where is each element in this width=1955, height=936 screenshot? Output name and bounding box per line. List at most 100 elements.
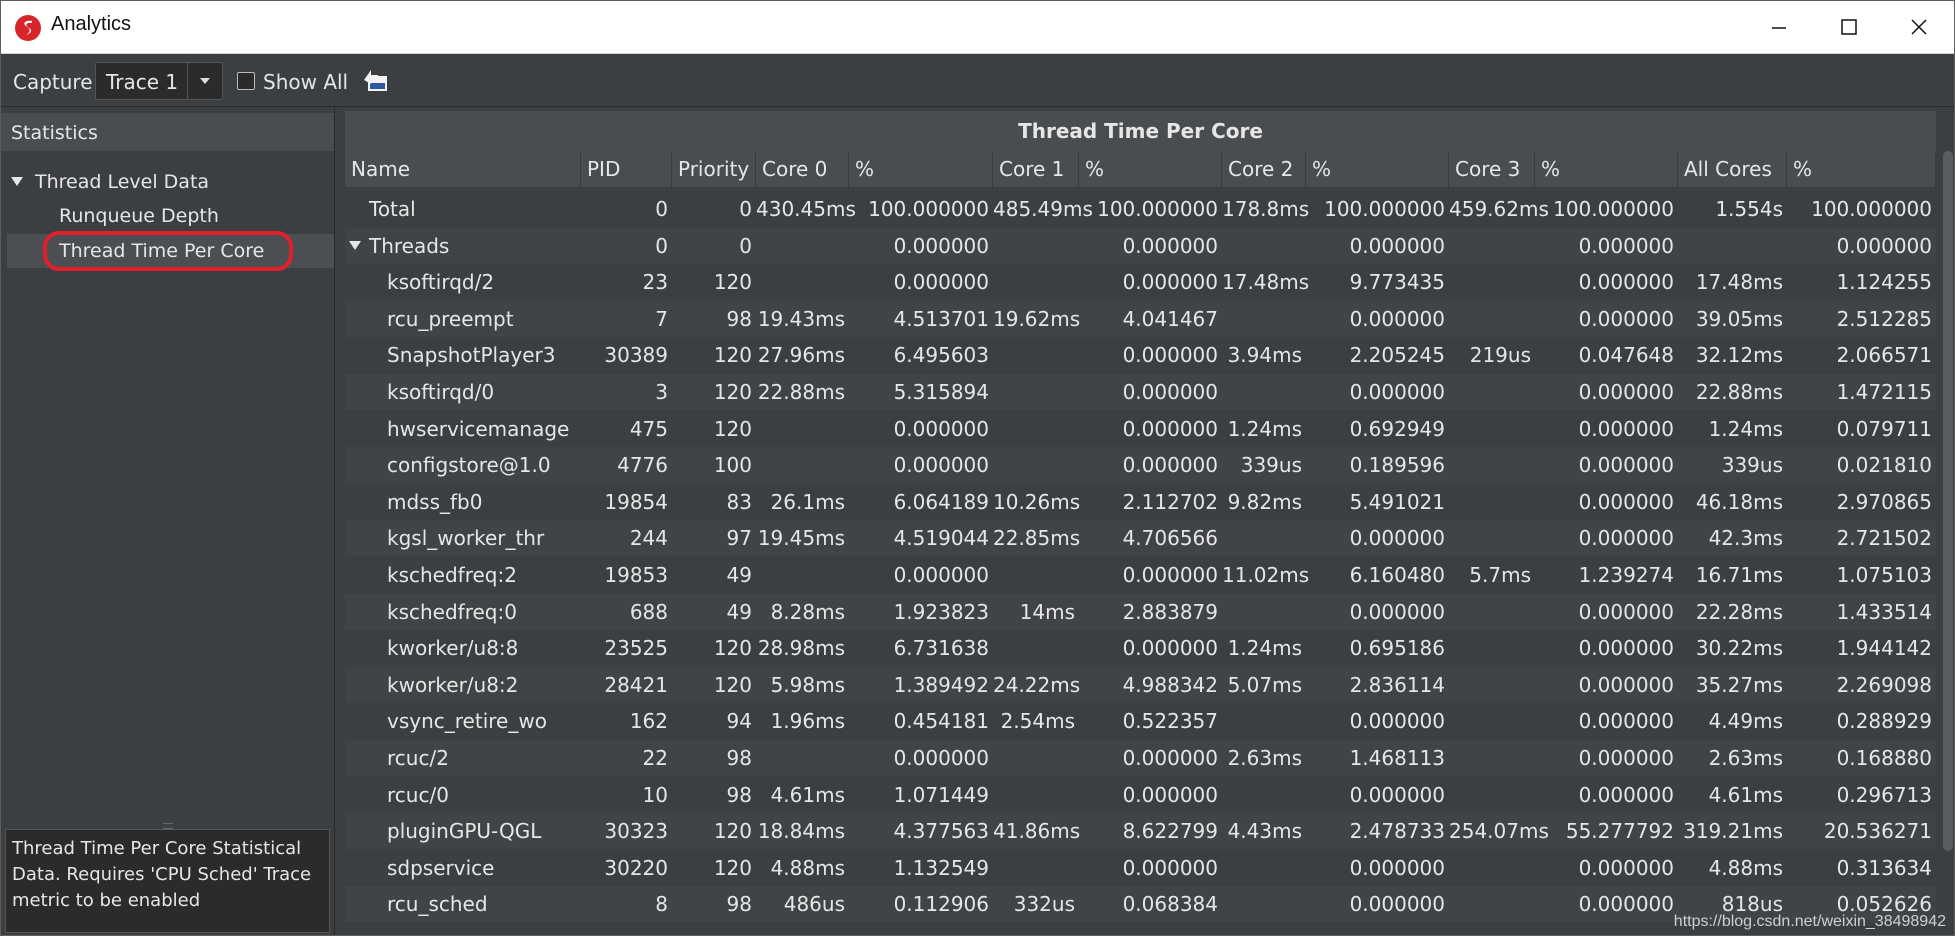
cell-name: rcu_preempt [387,306,514,331]
table-row[interactable]: pluginGPU-QGL 30323 120 18.84ms 4.377563 41.8… [345,813,1936,850]
cell-pid: 23 [642,270,668,295]
cell-core1-pct: 0.000000 [1122,855,1218,880]
cell-pid: 3 [655,380,668,404]
cell-core0-pct: 0.000000 [893,563,989,587]
cell-core2: 3.94ms [1227,343,1302,368]
cell-core3 [1449,850,1531,886]
column-header-core0[interactable]: Core 0 [756,151,849,187]
table-body: Total 0 0 430.45ms 100.000000 485.49ms 100.000… [345,191,1936,935]
table-row[interactable]: Total 0 0 430.45ms 100.000000 485.49ms 100.000… [345,191,1936,227]
cell-allcores-pct: 0.288929 [1836,709,1932,734]
trace-select[interactable]: Trace 1 [95,62,223,100]
cell-allcores-pct: 0.313634 [1836,855,1932,880]
cell-core0-pct: 6.064189 [893,489,989,514]
column-header-allcores[interactable]: All Cores [1678,151,1787,187]
cell-core0: 5.98ms [770,672,845,697]
cell-core2-pct: 2.478733 [1349,819,1445,844]
sidebar-info-text: Thread Time Per Core Statistical Data. R… [12,838,312,911]
cell-name: mdss_fb0 [387,489,483,514]
column-header-core2-pct[interactable]: % [1306,151,1449,187]
cell-pid: 4776 [617,453,668,478]
table-row[interactable]: sdpservice 30220 120 4.88ms 1.132549 0.000000… [345,850,1936,886]
maximize-button[interactable] [1814,1,1884,53]
cell-core1: 2.54ms [1000,709,1075,734]
show-all-checkbox[interactable] [237,72,255,90]
vertical-scrollbar[interactable] [1940,107,1954,935]
cell-allcores-pct: 0.021810 [1836,453,1932,478]
cell-core2: 1.24ms [1227,636,1302,661]
column-header-core3-pct[interactable]: % [1535,151,1678,187]
table-row[interactable]: kworker/u8:2 28421 120 5.98ms 1.389492 24.22m… [345,666,1936,703]
table-row[interactable]: kschedfreq:2 19853 49 0.000000 0.000000 11.02… [345,557,1936,593]
tree-item-thread-level-data[interactable]: Thread Level Data [1,165,334,199]
cell-core1-pct: 0.000000 [1122,270,1218,295]
cell-allcores: 32.12ms [1695,343,1783,368]
table-row[interactable]: vsync_retire_wo 162 94 1.96ms 0.454181 2.54ms… [345,703,1936,739]
cell-core0: 430.45ms [756,197,856,221]
close-button[interactable] [1884,1,1954,53]
table-row[interactable]: rcuc/0 10 98 4.61ms 1.071449 0.000000 0.000000… [345,777,1936,813]
cell-core2 [1222,703,1302,739]
table-row[interactable]: hwservicemanage 475 120 0.000000 0.000000 1.2… [345,411,1936,447]
cell-core2 [1222,886,1302,922]
window-title: Analytics [51,13,132,35]
cell-core0-pct: 1.071449 [893,782,989,807]
table-row[interactable]: ksoftirqd/0 3 120 22.88ms 5.315894 0.000000 0.… [345,374,1936,410]
cell-core2: 178.8ms [1222,197,1310,221]
column-header-core1[interactable]: Core 1 [993,151,1079,187]
column-header-name[interactable]: Name [345,151,581,187]
cell-allcores [1678,228,1783,264]
table-row[interactable]: rcu_preempt 7 98 19.43ms 4.513701 19.62ms 4.04… [345,300,1936,337]
tree-item-runqueue-depth[interactable]: Runqueue Depth [1,199,334,233]
table-row[interactable]: kworker/u8:8 23525 120 28.98ms 6.731638 0.000… [345,630,1936,666]
cell-core3-pct: 0.000000 [1578,746,1674,770]
expand-triangle-icon[interactable] [349,240,361,251]
table-row[interactable]: Threads 0 0 0.000000 0.000000 0.000000 0.00000… [345,227,1936,264]
cell-core3-pct: 0.000000 [1578,233,1674,258]
cell-priority: 120 [713,270,752,295]
table-row[interactable]: mdss_fb0 19854 83 26.1ms 6.064189 10.26ms 2.11… [345,484,1936,520]
cell-core0-pct: 6.495603 [893,343,989,368]
cell-pid: 8 [655,892,668,917]
table-row[interactable]: kgsl_worker_thr 244 97 19.45ms 4.519044 22.85… [345,520,1936,557]
cell-priority: 98 [726,782,752,807]
cell-name: hwservicemanage [387,416,570,441]
column-header-pid[interactable]: PID [581,151,672,187]
scrollbar-thumb[interactable] [1943,151,1953,851]
column-header-core2[interactable]: Core 2 [1222,151,1306,187]
table-row[interactable]: kschedfreq:0 688 49 8.28ms 1.923823 14ms 2.883… [345,593,1936,630]
cell-core1: 332us [1013,892,1075,917]
minimize-button[interactable] [1744,1,1814,53]
cell-core0: 8.28ms [770,599,845,624]
table-row[interactable]: configstore@1.0 4776 100 0.000000 0.000000 33… [345,447,1936,484]
tree-item-label: Thread Level Data [35,171,210,193]
table-row[interactable]: SnapshotPlayer3 30389 120 27.96ms 6.495603 0.… [345,337,1936,373]
cell-pid: 162 [629,709,668,734]
cell-core0: 4.61ms [770,782,845,807]
table-row[interactable]: rcuc/2 22 98 0.000000 0.000000 2.63ms 1.468113… [345,740,1936,776]
statistics-header: Statistics [1,113,334,151]
cell-pid: 30323 [604,819,668,844]
trace-dropdown-arrow[interactable] [187,63,222,99]
cell-pid: 30389 [604,343,668,368]
column-header-priority[interactable]: Priority [672,151,756,187]
cell-core3-pct: 55.277792 [1565,819,1674,844]
cell-core3 [1449,594,1531,630]
statistics-sidebar: Statistics Thread Level Data Runqueue De… [1,107,335,935]
export-csv-button[interactable] [361,66,389,94]
cell-core3-pct: 0.000000 [1578,855,1674,880]
column-header-core1-pct[interactable]: % [1079,151,1222,187]
cell-core1-pct: 0.000000 [1122,782,1218,807]
cell-core2: 5.07ms [1227,672,1302,697]
column-header-core3[interactable]: Core 3 [1449,151,1535,187]
column-header-core0-pct[interactable]: % [849,151,993,187]
cell-allcores-pct: 1.433514 [1836,599,1932,624]
cell-core3-pct: 0.000000 [1578,782,1674,807]
selection-highlight-annotation [43,231,293,271]
cell-allcores: 16.71ms [1695,563,1783,587]
cell-core2: 11.02ms [1222,563,1310,587]
expand-triangle-icon[interactable] [11,177,23,187]
column-header-allcores-pct[interactable]: % [1787,151,1936,187]
table-row[interactable]: ksoftirqd/2 23 120 0.000000 0.000000 17.48ms 9… [345,264,1936,300]
analytics-window: Analytics Capture Trace 1 Show All Stati… [0,0,1955,936]
